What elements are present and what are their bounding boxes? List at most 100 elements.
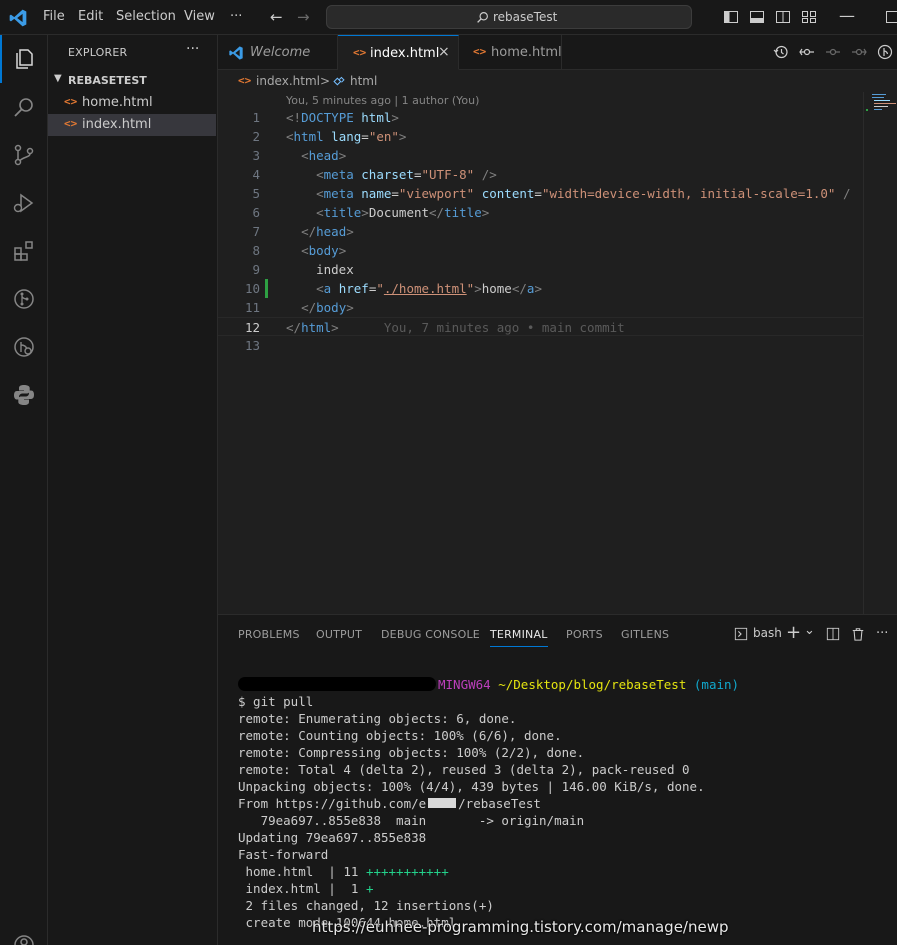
workspace-folder[interactable]: ▼ REBASETEST bbox=[48, 71, 218, 91]
trash-icon[interactable] bbox=[851, 627, 865, 641]
python-activity[interactable] bbox=[0, 371, 48, 419]
terminal-line: home.html | 11 +++++++++++ bbox=[238, 864, 888, 881]
remote-explorer-activity[interactable] bbox=[0, 323, 48, 371]
open-changes-icon[interactable] bbox=[799, 44, 815, 60]
breadcrumb-file[interactable]: index.html bbox=[256, 74, 320, 88]
tab-label: index.html bbox=[370, 46, 440, 61]
gitlens-activity[interactable] bbox=[0, 275, 48, 323]
code-line[interactable]: 5 <meta name="viewport" content="width=d… bbox=[218, 184, 863, 203]
panel-tab-ports[interactable]: PORTS bbox=[566, 628, 603, 641]
line-number: 6 bbox=[252, 205, 260, 220]
previous-commit-icon[interactable] bbox=[825, 44, 841, 60]
line-number: 8 bbox=[252, 243, 260, 258]
code-token: < bbox=[286, 129, 294, 144]
code-line[interactable]: 1 <!DOCTYPE html> bbox=[218, 108, 863, 127]
breadcrumb-symbol[interactable]: html bbox=[350, 74, 377, 88]
code-line[interactable]: 11 </body> bbox=[218, 298, 863, 317]
gitlens-inspect-icon[interactable] bbox=[877, 44, 893, 60]
toggle-secondary-sidebar-icon[interactable] bbox=[775, 9, 791, 25]
menu-edit[interactable]: Edit bbox=[78, 9, 103, 24]
explorer-activity[interactable] bbox=[0, 35, 48, 83]
panel-tab-problems[interactable]: PROBLEMS bbox=[238, 628, 300, 641]
chevron-down-icon[interactable]: ⌄ bbox=[804, 623, 815, 638]
prompt-path: ~/Desktop/blog/rebaseTest bbox=[498, 677, 687, 692]
code-token: body bbox=[316, 300, 347, 315]
code-line[interactable]: 7 </head> bbox=[218, 222, 863, 241]
code-token: /> bbox=[481, 167, 497, 182]
code-editor[interactable]: You, 5 minutes ago | 1 author (You) 1 <!D… bbox=[218, 92, 863, 614]
remote-explorer-icon bbox=[14, 337, 34, 357]
code-line[interactable]: 2 <html lang="en"> bbox=[218, 127, 863, 146]
file-home-html[interactable]: <> home.html bbox=[48, 92, 216, 114]
panel-tab-gitlens[interactable]: GITLENS bbox=[621, 628, 669, 641]
accounts-activity[interactable] bbox=[0, 921, 48, 945]
tab-home-html[interactable]: <> home.html bbox=[459, 35, 562, 70]
tab-index-html[interactable]: <> index.html × bbox=[338, 35, 459, 70]
code-token: " bbox=[376, 281, 384, 296]
minimap[interactable] bbox=[863, 92, 897, 614]
code-line[interactable]: 12 </html> You, 7 minutes ago • main comm… bbox=[218, 317, 863, 336]
command-center-search[interactable]: rebaseTest bbox=[326, 5, 692, 29]
code-token: < bbox=[316, 167, 324, 182]
line-number: 13 bbox=[244, 338, 260, 353]
code-line[interactable]: 3 <head> bbox=[218, 146, 863, 165]
more-actions-icon[interactable]: ··· bbox=[186, 41, 199, 57]
new-terminal-icon[interactable]: + bbox=[786, 622, 801, 643]
line-number: 10 bbox=[244, 281, 260, 296]
panel-tab-terminal[interactable]: TERMINAL bbox=[490, 628, 548, 647]
stat-file: index.html | 1 bbox=[238, 881, 366, 896]
panel-tab-output[interactable]: OUTPUT bbox=[316, 628, 362, 641]
code-line[interactable]: 9 index bbox=[218, 260, 863, 279]
toggle-panel-icon[interactable] bbox=[749, 9, 765, 25]
tab-welcome[interactable]: Welcome bbox=[218, 35, 338, 70]
minimize-icon[interactable]: — bbox=[839, 6, 855, 25]
line-number: 7 bbox=[252, 224, 260, 239]
title-bar: File Edit Selection View ··· ← → rebaseT… bbox=[0, 0, 897, 35]
line-number: 3 bbox=[252, 148, 260, 163]
maximize-icon[interactable] bbox=[884, 9, 897, 25]
forward-arrow-icon[interactable]: → bbox=[297, 8, 310, 26]
next-commit-icon[interactable] bbox=[851, 44, 867, 60]
file-index-html[interactable]: <> index.html bbox=[48, 114, 216, 136]
back-arrow-icon[interactable]: ← bbox=[270, 8, 283, 26]
code-line[interactable]: 13 bbox=[218, 336, 863, 355]
code-token: index bbox=[286, 262, 354, 277]
code-line[interactable]: 10 <a href="./home.html">home</a> bbox=[218, 279, 863, 298]
code-line[interactable]: 4 <meta charset="UTF-8" /> bbox=[218, 165, 863, 184]
menu-more[interactable]: ··· bbox=[230, 9, 242, 24]
customize-layout-icon[interactable] bbox=[801, 9, 817, 25]
run-debug-activity[interactable] bbox=[0, 179, 48, 227]
file-name: home.html bbox=[82, 95, 153, 110]
account-icon bbox=[14, 935, 34, 945]
line-number: 2 bbox=[252, 129, 260, 144]
menu-view[interactable]: View bbox=[184, 9, 215, 24]
extensions-activity[interactable] bbox=[0, 227, 48, 275]
code-line[interactable]: 6 <title>Document</title> bbox=[218, 203, 863, 222]
code-token: </ bbox=[429, 205, 445, 220]
timeline-history-icon[interactable] bbox=[773, 44, 789, 60]
more-actions-icon[interactable]: ··· bbox=[876, 626, 888, 641]
source-control-activity[interactable] bbox=[0, 131, 48, 179]
terminal-line: remote: Compressing objects: 100% (2/2),… bbox=[238, 745, 585, 760]
search-activity[interactable] bbox=[0, 83, 48, 131]
terminal-output[interactable]: MINGW64 ~/Desktop/blog/rebaseTest (main)… bbox=[238, 677, 888, 932]
code-line[interactable]: 8 <body> bbox=[218, 241, 863, 260]
blame-codelens[interactable]: You, 5 minutes ago | 1 author (You) bbox=[286, 94, 479, 107]
toggle-primary-sidebar-icon[interactable] bbox=[723, 9, 739, 25]
code-token: = bbox=[391, 186, 399, 201]
code-token: < bbox=[301, 148, 309, 163]
split-terminal-icon[interactable] bbox=[826, 627, 840, 641]
panel-tab-debug-console[interactable]: DEBUG CONSOLE bbox=[381, 628, 480, 641]
menu-selection[interactable]: Selection bbox=[116, 9, 176, 24]
breadcrumb-separator: > bbox=[320, 74, 331, 88]
close-icon[interactable]: × bbox=[438, 44, 450, 60]
menu-file[interactable]: File bbox=[43, 9, 65, 24]
code-token: charset bbox=[361, 167, 414, 182]
prompt-host: MINGW64 bbox=[438, 677, 491, 692]
code-token: < bbox=[301, 243, 309, 258]
terminal-shell-name[interactable]: bash bbox=[753, 626, 782, 640]
